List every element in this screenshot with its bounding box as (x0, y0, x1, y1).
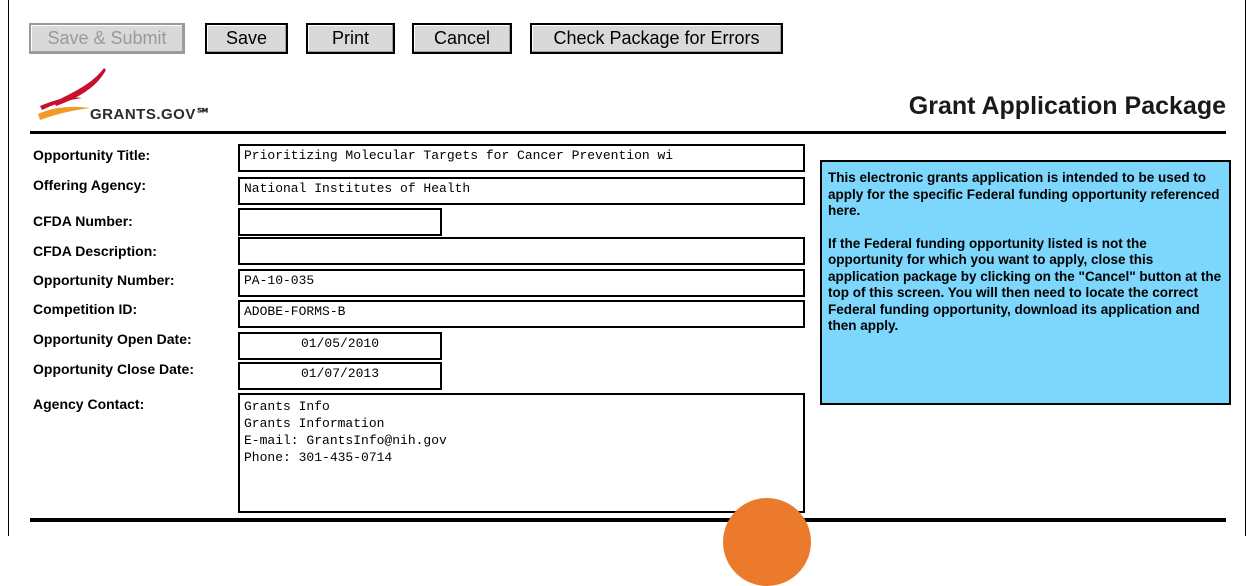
watermark-icon (723, 498, 811, 586)
bottom-divider (30, 518, 1226, 522)
competition-id-field[interactable]: ADOBE-FORMS-B (238, 300, 805, 328)
print-button[interactable]: Print (306, 23, 395, 54)
cfda-description-field[interactable] (238, 237, 805, 265)
instructions-box: This electronic grants application is in… (820, 160, 1231, 405)
open-date-field[interactable]: 01/05/2010 (238, 332, 442, 360)
instructions-paragraph-2: If the Federal funding opportunity liste… (828, 235, 1222, 334)
instructions-paragraph-1: This electronic grants application is in… (828, 170, 1220, 218)
agency-contact-field[interactable]: Grants Info Grants Information E-mail: G… (238, 393, 805, 513)
save-button[interactable]: Save (205, 23, 288, 54)
check-package-button[interactable]: Check Package for Errors (530, 23, 783, 54)
opportunity-number-field[interactable]: PA-10-035 (238, 269, 805, 297)
close-date-field[interactable]: 01/07/2013 (238, 362, 442, 390)
label-cfda-description: CFDA Description: (33, 243, 157, 259)
offering-agency-field[interactable]: National Institutes of Health (238, 177, 805, 205)
save-and-submit-button[interactable]: Save & Submit (29, 23, 185, 54)
cancel-button[interactable]: Cancel (412, 23, 512, 54)
label-opportunity-title: Opportunity Title: (33, 147, 151, 163)
label-close-date: Opportunity Close Date: (33, 361, 195, 377)
opportunity-title-field[interactable]: Prioritizing Molecular Targets for Cance… (238, 144, 805, 172)
label-competition-id: Competition ID: (33, 301, 138, 317)
label-offering-agency: Offering Agency: (33, 177, 147, 193)
label-cfda-number: CFDA Number: (33, 213, 133, 229)
cfda-number-field[interactable] (238, 208, 442, 236)
grants-gov-logo-text: GRANTS.GOV℠ (90, 106, 212, 123)
top-divider (30, 131, 1226, 134)
label-open-date: Opportunity Open Date: (33, 331, 192, 347)
label-agency-contact: Agency Contact: (33, 396, 145, 412)
label-opportunity-number: Opportunity Number: (33, 272, 175, 288)
page-title: Grant Application Package (908, 92, 1226, 120)
